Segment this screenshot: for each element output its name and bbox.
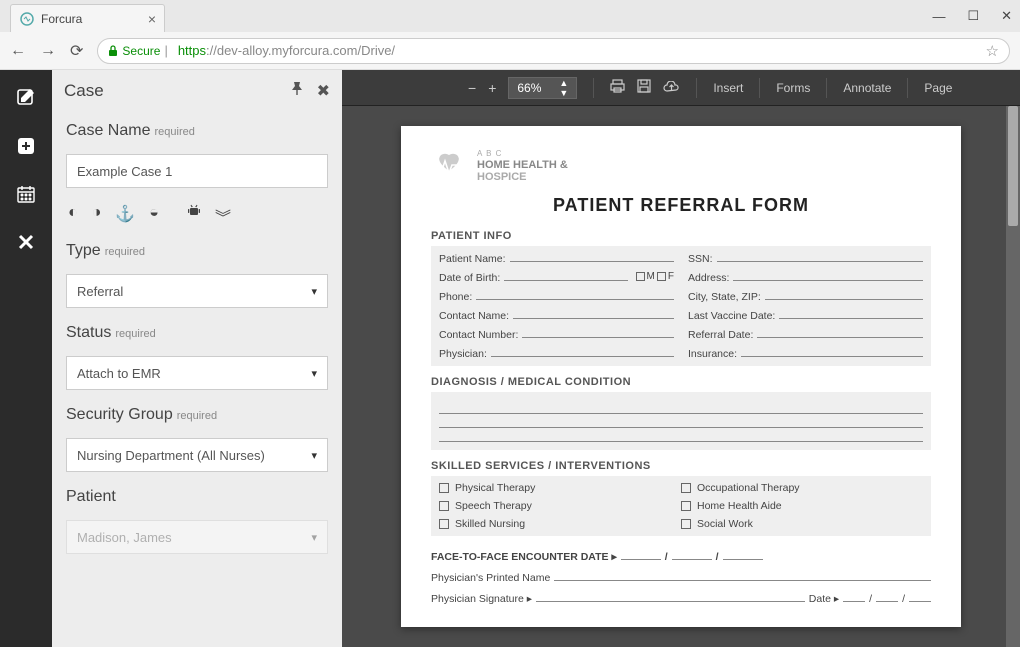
document-page: A B C HOME HEALTH & HOSPICE PATIENT REFE… [401, 126, 961, 627]
android-icon[interactable] [187, 204, 201, 228]
diagnosis-lines [431, 392, 931, 450]
tab-title: Forcura [41, 12, 82, 26]
type-select[interactable]: Referral▾ [66, 274, 328, 308]
viewer-toolbar: − + 66% ▲▼ Insert Forms Annotate Page [342, 70, 1020, 106]
page-menu[interactable]: Page [924, 81, 952, 95]
status-block: Statusrequired [52, 314, 342, 356]
form-logo: A B C HOME HEALTH & HOSPICE [431, 150, 931, 183]
compose-icon[interactable] [12, 84, 40, 112]
half-circle-icon[interactable]: ◑ [92, 204, 102, 228]
services-grid: Physical Therapy Occupational Therapy Sp… [431, 476, 931, 536]
browser-address-bar: ← → ⟳ Secure | https://dev-alloy.myforcu… [0, 32, 1020, 70]
security-group-label: Security Group [66, 406, 173, 423]
icon-tool-row: ◐ ◑ ⚓ ◒ ︾ [52, 194, 342, 232]
forward-icon[interactable]: → [40, 42, 56, 60]
caret-down-icon: ▾ [311, 367, 317, 380]
secure-label: Secure [122, 44, 160, 58]
status-label: Status [66, 324, 111, 341]
bookmark-star-icon[interactable]: ☆ [986, 42, 999, 60]
insert-menu[interactable]: Insert [713, 81, 743, 95]
caret-down-icon: ▾ [311, 449, 317, 462]
forms-menu[interactable]: Forms [776, 81, 810, 95]
status-select[interactable]: Attach to EMR▾ [66, 356, 328, 390]
type-block: Typerequired [52, 232, 342, 274]
diagnosis-header: DIAGNOSIS / MEDICAL CONDITION [431, 376, 931, 388]
security-group-block: Security Grouprequired [52, 396, 342, 438]
patient-info-grid: Patient Name: SSN: Date of Birth:MF Addr… [431, 246, 931, 366]
add-icon[interactable] [12, 132, 40, 160]
scrollbar-thumb[interactable] [1008, 106, 1018, 226]
patient-label: Patient [66, 488, 116, 505]
case-name-label: Case Name [66, 122, 150, 139]
caret-down-icon: ▾ [311, 285, 317, 298]
anchor-icon[interactable]: ⚓ [115, 204, 135, 228]
window-close-icon[interactable]: ✕ [1001, 8, 1012, 24]
panel-title: Case [64, 81, 104, 101]
window-titlebar: Forcura × — ☐ ✕ [0, 0, 1020, 32]
close-tab-icon[interactable]: × [148, 11, 156, 27]
form-title: PATIENT REFERRAL FORM [431, 195, 931, 216]
cloud-icon[interactable] [663, 80, 680, 96]
patient-info-header: PATIENT INFO [431, 230, 931, 242]
contrast2-icon[interactable]: ◒ [149, 204, 159, 228]
document-canvas[interactable]: A B C HOME HEALTH & HOSPICE PATIENT REFE… [342, 106, 1020, 647]
save-icon[interactable] [637, 79, 651, 96]
contrast-icon[interactable]: ◐ [68, 204, 78, 228]
favicon [19, 11, 35, 27]
window-minimize-icon[interactable]: — [932, 9, 945, 24]
services-header: SKILLED SERVICES / INTERVENTIONS [431, 460, 931, 472]
left-icon-bar [0, 70, 52, 647]
case-name-input[interactable] [66, 154, 328, 188]
browser-tab[interactable]: Forcura × [10, 4, 165, 32]
viewer-scrollbar[interactable] [1006, 106, 1020, 647]
back-icon[interactable]: ← [10, 42, 26, 60]
zoom-select[interactable]: 66% ▲▼ [508, 77, 577, 99]
window-maximize-icon[interactable]: ☐ [967, 8, 979, 24]
security-group-select[interactable]: Nursing Department (All Nurses)▾ [66, 438, 328, 472]
print-icon[interactable] [610, 79, 625, 96]
close-icon[interactable] [12, 228, 40, 256]
panel-header: Case ✖ [52, 70, 342, 112]
panel-close-icon[interactable]: ✖ [317, 81, 330, 101]
url-text: https://dev-alloy.myforcura.com/Drive/ [178, 43, 395, 58]
caret-down-icon: ▾ [311, 531, 317, 544]
case-panel: Case ✖ Case Namerequired ◐ ◑ ⚓ ◒ ︾ Typer… [52, 70, 342, 647]
expand-down-icon[interactable]: ︾ [215, 204, 231, 228]
url-input[interactable]: Secure | https://dev-alloy.myforcura.com… [97, 38, 1010, 64]
patient-select[interactable]: Madison, James▾ [66, 520, 328, 554]
zoom-out-icon[interactable]: − [468, 80, 476, 96]
zoom-in-icon[interactable]: + [488, 80, 496, 96]
patient-block: Patient [52, 478, 342, 520]
type-label: Type [66, 242, 101, 259]
secure-badge: Secure [108, 44, 160, 58]
document-viewer: − + 66% ▲▼ Insert Forms Annotate Page [342, 70, 1020, 647]
pin-icon[interactable] [289, 81, 305, 102]
reload-icon[interactable]: ⟳ [70, 41, 83, 61]
calendar-icon[interactable] [12, 180, 40, 208]
annotate-menu[interactable]: Annotate [843, 81, 891, 95]
case-name-block: Case Namerequired [52, 112, 342, 154]
